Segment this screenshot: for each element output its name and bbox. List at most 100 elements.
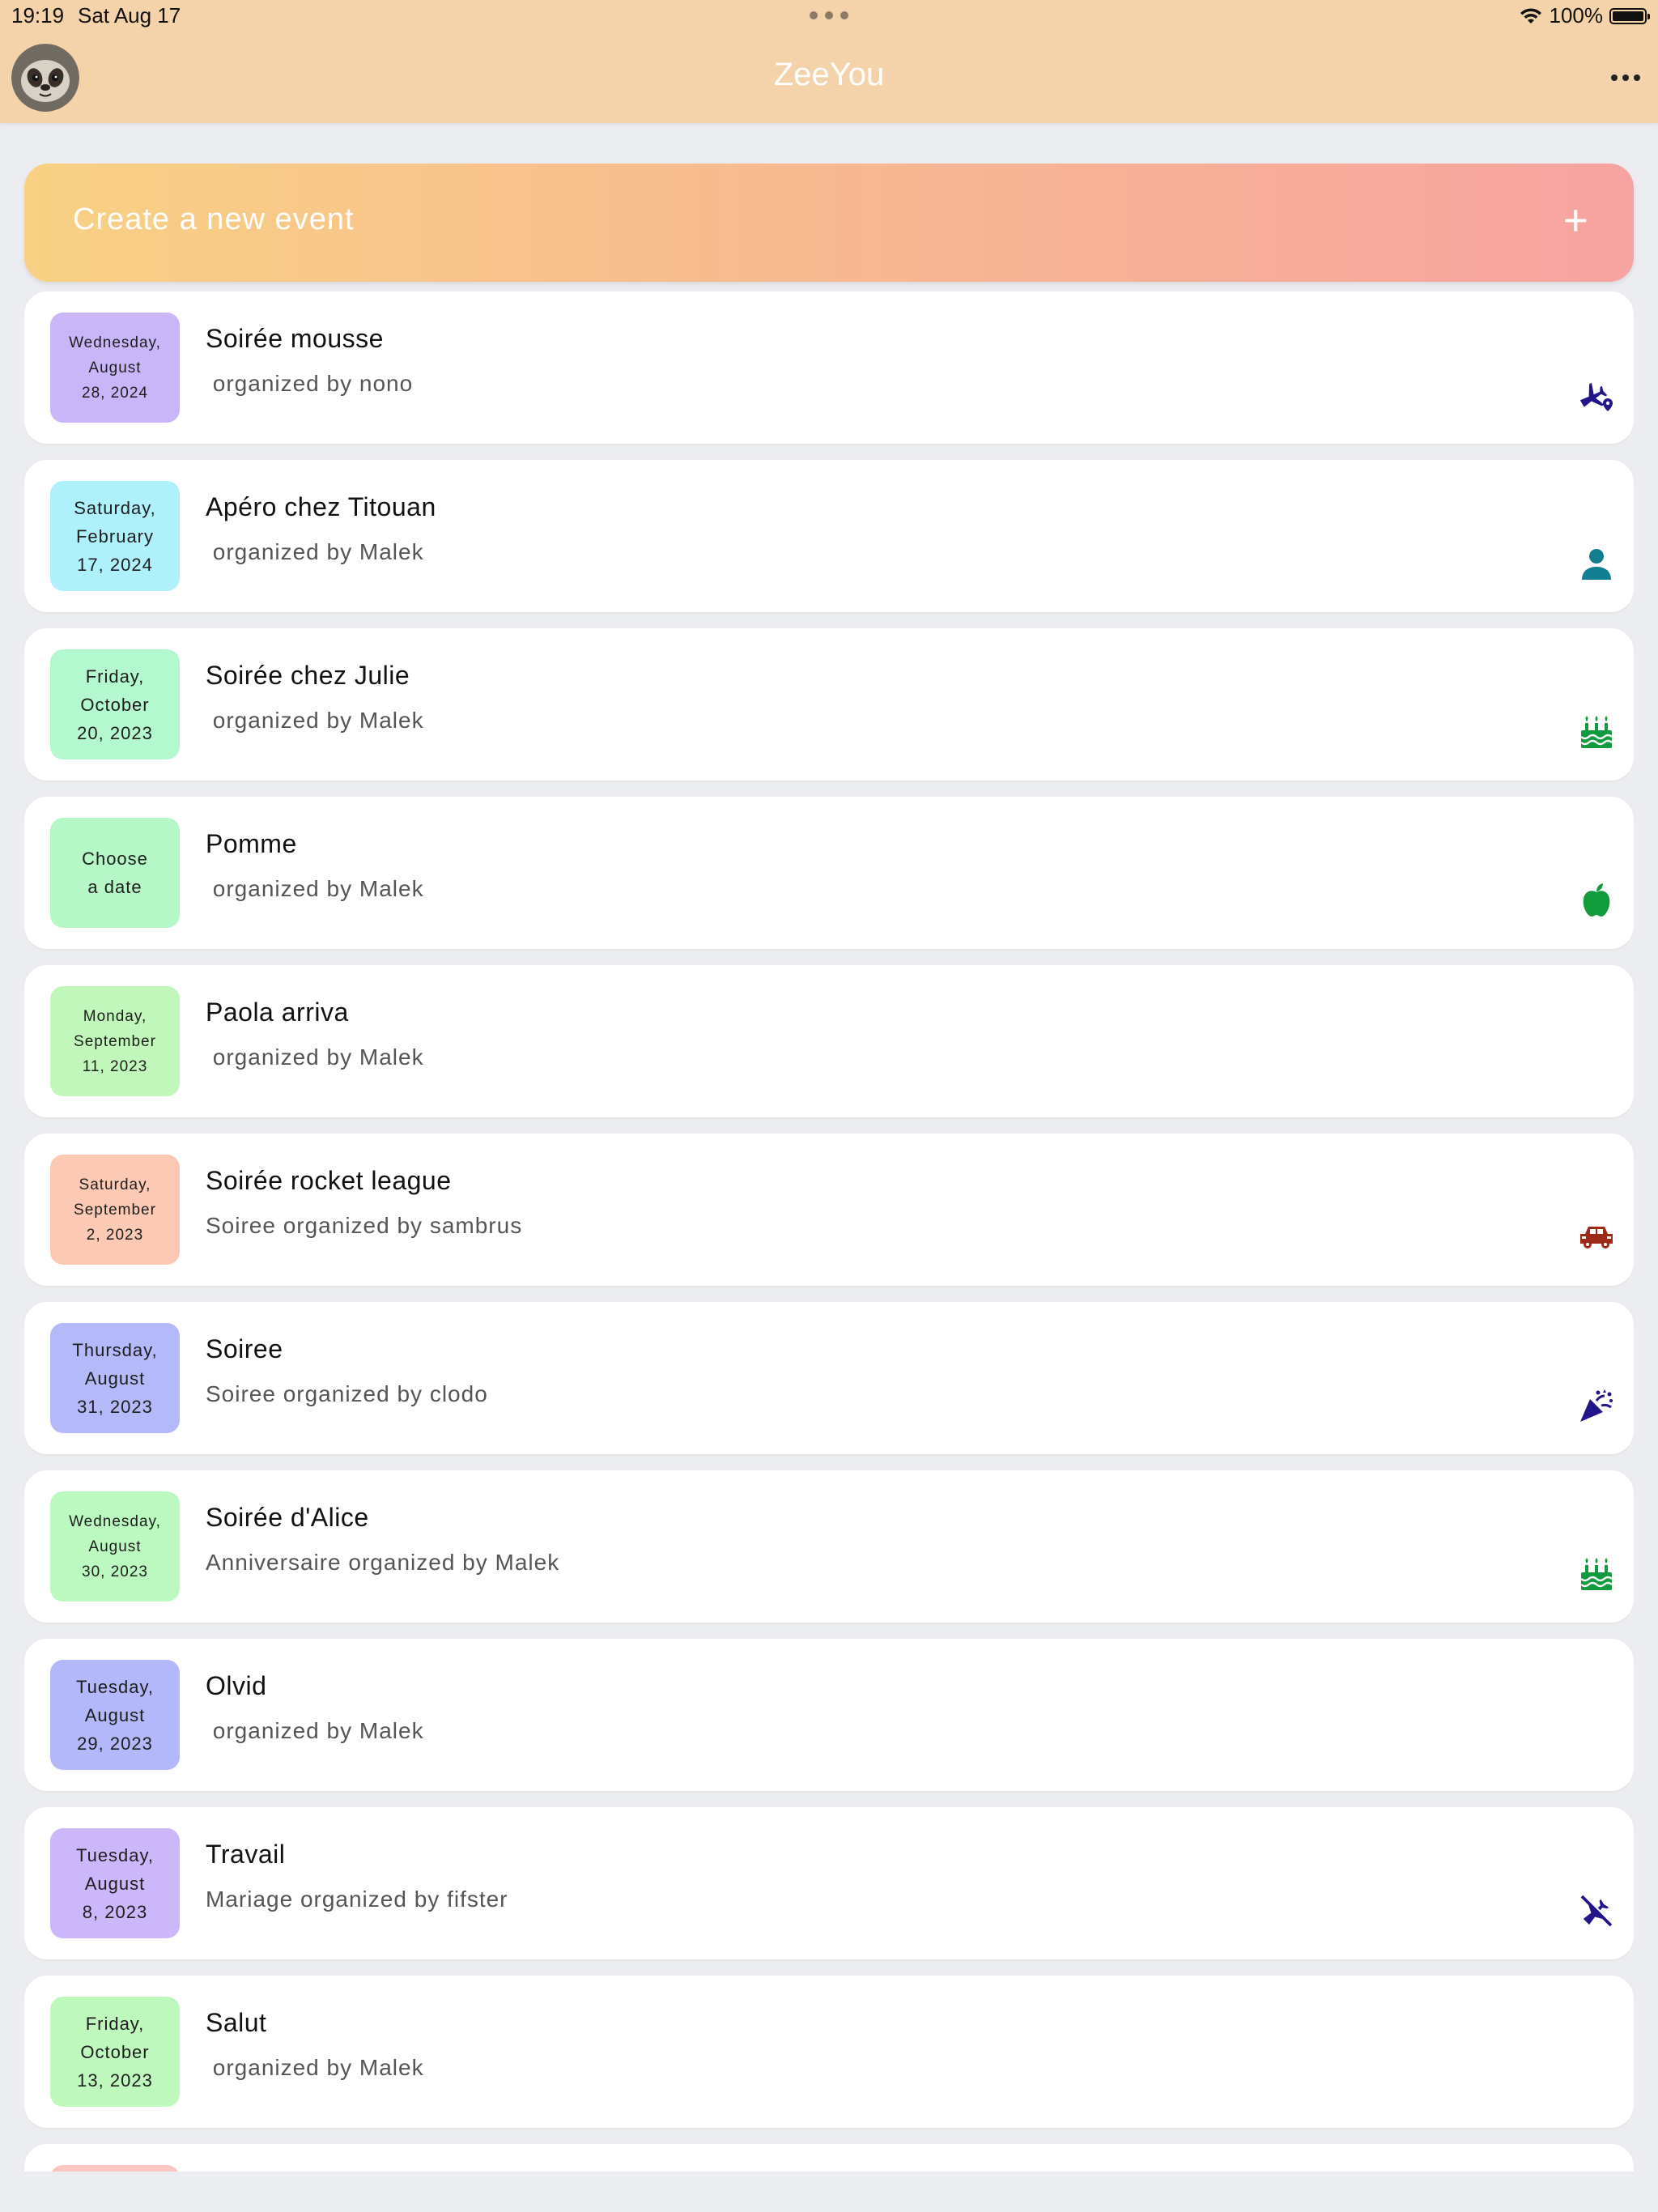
date-badge: Monday, September 11, 2023	[50, 986, 180, 1096]
event-title: Salut	[206, 2008, 267, 2037]
date-badge-line: 11, 2023	[82, 1057, 148, 1075]
event-organizer: Mariage organized by fifster	[206, 1887, 508, 1912]
date-badge-line: August	[84, 1873, 146, 1894]
event-organizer: organized by Malek	[206, 708, 424, 733]
date-badge-line: 31, 2023	[77, 1396, 153, 1417]
event-organizer: organized by Malek	[206, 539, 424, 564]
date-badge-line: October	[80, 694, 150, 715]
date-badge-line: 2, 2023	[86, 1226, 144, 1244]
event-card[interactable]: Saturday, February 17, 2024 Apéro chez Tito…	[24, 460, 1634, 612]
event-card[interactable]: Saturday, September 2, 2023 Soirée rocket l…	[24, 1134, 1634, 1286]
party-popper-icon	[1577, 1386, 1616, 1425]
app-title: ZeeYou	[773, 57, 885, 92]
event-card[interactable]: Tuesday, August 29, 2023 Olvid organized by…	[24, 1639, 1634, 1791]
date-badge-line: September	[74, 1201, 156, 1219]
date-badge-line: 20, 2023	[77, 722, 153, 743]
event-title: Soirée d'Alice	[206, 1503, 369, 1532]
date-badge-line: 30, 2023	[82, 1563, 148, 1580]
status-right: 100%	[1519, 3, 1650, 28]
create-event-button[interactable]: Create a new event +	[24, 164, 1634, 282]
date-badge-line: Monday,	[83, 1007, 147, 1025]
date-badge-line: Wednesday,	[69, 334, 161, 351]
date-badge: Wednesday, August 28, 2024	[50, 313, 180, 423]
event-title: Apéro chez Titouan	[206, 492, 436, 521]
event-card[interactable]	[24, 2144, 1634, 2172]
date-badge-line: Tuesday,	[75, 1844, 155, 1865]
multitasking-handle-icon[interactable]	[810, 11, 848, 19]
event-title: Soirée mousse	[206, 324, 384, 353]
create-event-label: Create a new event	[73, 202, 355, 236]
date-badge: Saturday, September 2, 2023	[50, 1155, 180, 1265]
cake-icon	[1577, 1555, 1616, 1593]
event-card[interactable]: Friday, October 20, 2023 Soirée chez Julie …	[24, 628, 1634, 781]
date-badge: Tuesday, August 29, 2023	[50, 1660, 180, 1770]
event-title: Soirée chez Julie	[206, 661, 410, 690]
date-badge: Friday, October 20, 2023	[50, 649, 180, 759]
event-card[interactable]: Tuesday, August 8, 2023 Travail Mariage orga…	[24, 1807, 1634, 1959]
date-badge-line: 29, 2023	[77, 1733, 153, 1754]
date-badge-line: August	[88, 1538, 142, 1555]
date-badge-line: Friday,	[85, 2013, 145, 2034]
date-badge-line: August	[84, 1704, 146, 1725]
event-organizer: Soiree organized by clodo	[206, 1381, 488, 1406]
date-badge	[50, 2165, 180, 2172]
date-badge: Tuesday, August 8, 2023	[50, 1828, 180, 1938]
date-badge-line: August	[88, 359, 142, 376]
airplane-off-icon	[1577, 1891, 1616, 1930]
cake-icon	[1577, 713, 1616, 751]
event-title: Travail	[206, 1840, 286, 1869]
airplane-pin-icon	[1577, 376, 1616, 415]
date-badge-line: 13, 2023	[77, 2069, 153, 2091]
date-badge-line: Choose	[82, 849, 148, 869]
event-list[interactable]: Wednesday, August 28, 2024 Soirée mousse or…	[24, 291, 1634, 2172]
event-organizer: organized by nono	[206, 371, 414, 396]
apple-icon	[1577, 881, 1616, 920]
event-card[interactable]: Thursday, August 31, 2023 Soiree Soiree orga…	[24, 1302, 1634, 1454]
battery-icon	[1609, 7, 1650, 24]
event-card[interactable]: Choose a date Pomme organized by Malek	[24, 797, 1634, 949]
date-badge: Friday, October 13, 2023	[50, 1997, 180, 2107]
wifi-icon	[1520, 7, 1541, 23]
person-icon	[1577, 544, 1616, 583]
date-badge-line: Friday,	[85, 666, 145, 687]
event-organizer: Anniversaire organized by Malek	[206, 1550, 560, 1575]
event-card[interactable]: Wednesday, August 30, 2023 Soirée d'Alice An…	[24, 1470, 1634, 1623]
event-title: Olvid	[206, 1671, 267, 1700]
date-badge-line: 8, 2023	[82, 1901, 148, 1922]
date-badge-line: Saturday,	[74, 497, 156, 518]
event-title: Soiree	[206, 1334, 283, 1363]
date-badge-line: 28, 2024	[82, 384, 148, 402]
status-date: Sat Aug 17	[78, 3, 181, 28]
plus-icon: +	[1562, 196, 1588, 245]
date-badge-line: February	[75, 525, 155, 547]
event-card[interactable]: Monday, September 11, 2023 Paola arriva org…	[24, 965, 1634, 1117]
date-badge: Saturday, February 17, 2024	[50, 481, 180, 591]
event-organizer: Soiree organized by sambrus	[206, 1213, 523, 1238]
event-organizer: organized by Malek	[206, 2055, 424, 2080]
date-badge-line: October	[80, 2041, 150, 2062]
event-title: Paola arriva	[206, 998, 349, 1027]
event-title: Soirée rocket league	[206, 1166, 452, 1195]
event-organizer: organized by Malek	[206, 1718, 424, 1743]
date-badge-line: September	[74, 1032, 156, 1050]
date-badge-line: Thursday,	[72, 1339, 158, 1360]
date-badge-line: Wednesday,	[69, 1512, 161, 1530]
car-icon	[1577, 1218, 1616, 1257]
event-title: Pomme	[206, 829, 297, 858]
date-badge-line: Saturday,	[79, 1176, 151, 1193]
date-badge-line: August	[84, 1368, 146, 1389]
date-badge-line: a date	[87, 877, 142, 897]
event-card[interactable]: Friday, October 13, 2023 Salut organized by…	[24, 1976, 1634, 2128]
date-badge-line: Tuesday,	[75, 1676, 155, 1697]
more-options-button[interactable]	[1611, 70, 1640, 86]
event-organizer: organized by Malek	[206, 1044, 424, 1070]
status-time: 19:19	[11, 3, 65, 28]
date-badge: Choose a date	[50, 818, 180, 928]
event-card[interactable]: Wednesday, August 28, 2024 Soirée mousse or…	[24, 291, 1634, 444]
date-badge-line: 17, 2024	[77, 554, 153, 575]
date-badge: Wednesday, August 30, 2023	[50, 1491, 180, 1602]
event-organizer: organized by Malek	[206, 876, 424, 901]
date-badge: Thursday, August 31, 2023	[50, 1323, 180, 1433]
battery-percentage: 100%	[1549, 3, 1604, 28]
header-bar: 19:19 Sat Aug 17 100% ZeeYou	[0, 0, 1658, 123]
